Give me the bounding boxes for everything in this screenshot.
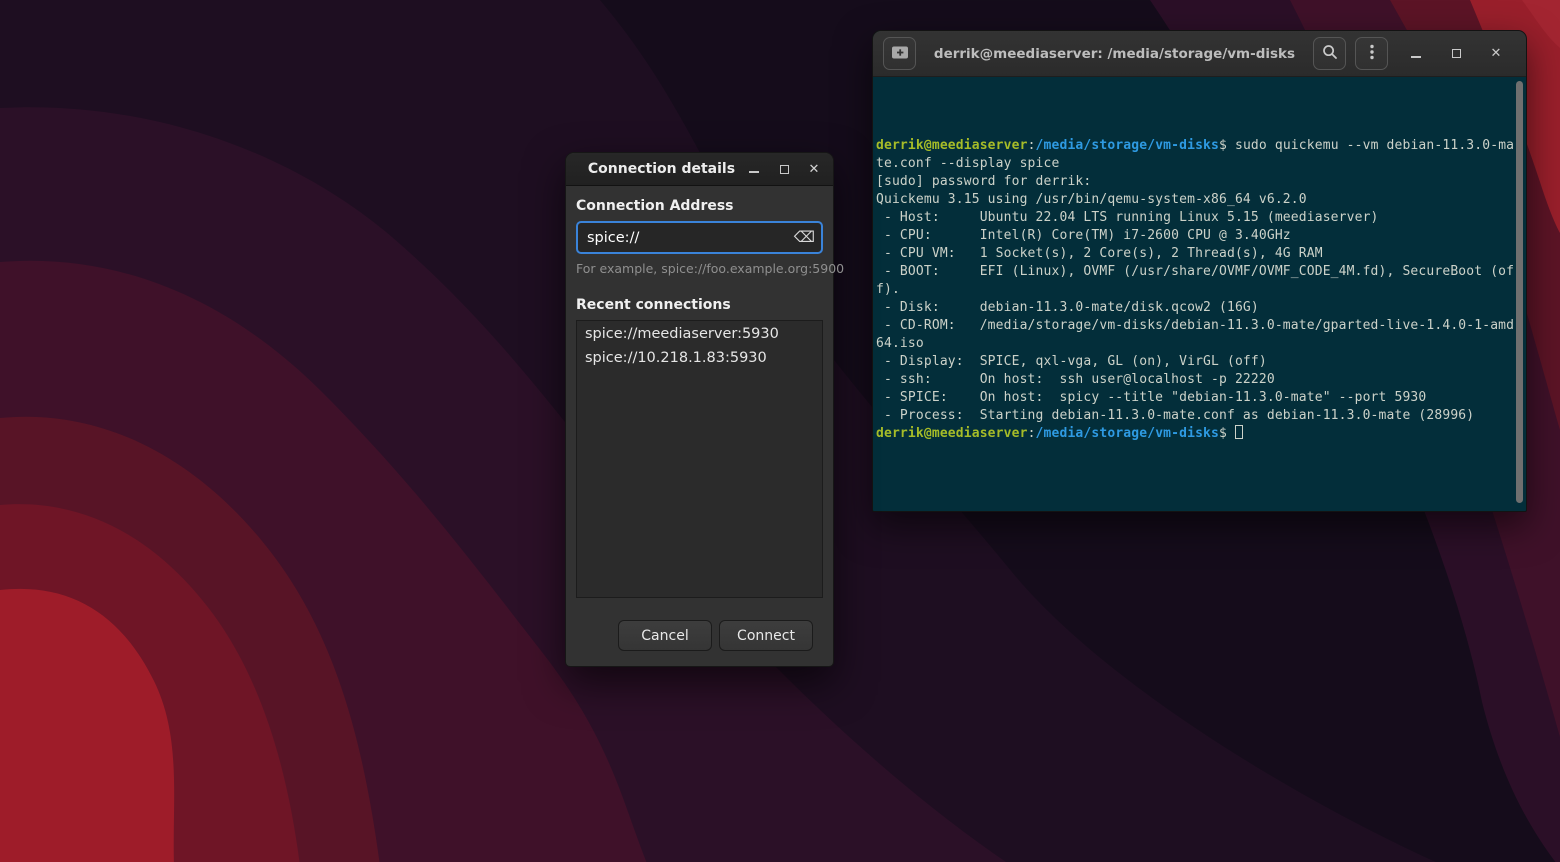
- dialog-titlebar[interactable]: Connection details ✕: [566, 153, 833, 186]
- terminal-line: Quickemu 3.15 using /usr/bin/qemu-system…: [876, 191, 1510, 209]
- terminal-line: - CPU: Intel(R) Core(TM) i7-2600 CPU @ 3…: [876, 227, 1510, 245]
- terminal-scrollbar[interactable]: [1516, 81, 1523, 503]
- recent-connection-item[interactable]: spice://meediaserver:5930: [577, 321, 822, 345]
- terminal-line: - Display: SPICE, qxl-vga, GL (on), VirG…: [876, 353, 1510, 371]
- terminal-body[interactable]: derrik@meediaserver:/media/storage/vm-di…: [873, 77, 1526, 511]
- connection-details-dialog: Connection details ✕ Connection Address …: [565, 152, 834, 667]
- terminal-minimize-button[interactable]: [1396, 31, 1436, 77]
- dialog-close-button[interactable]: ✕: [799, 153, 829, 186]
- terminal-line: derrik@meediaserver:/media/storage/vm-di…: [876, 137, 1510, 155]
- terminal-window: derrik@meediaserver: /media/storage/vm-d…: [872, 30, 1527, 512]
- close-icon: ✕: [809, 163, 820, 176]
- kebab-menu-icon: [1362, 42, 1382, 66]
- new-tab-icon: [889, 41, 911, 67]
- new-tab-button[interactable]: [883, 37, 916, 70]
- desktop: derrik@meediaserver: /media/storage/vm-d…: [0, 0, 1560, 862]
- minimize-icon: [749, 171, 759, 173]
- terminal-line: - SPICE: On host: spicy --title "debian-…: [876, 389, 1510, 407]
- minimize-icon: [1411, 56, 1421, 58]
- terminal-line: f).: [876, 281, 1510, 299]
- terminal-line: - Disk: debian-11.3.0-mate/disk.qcow2 (1…: [876, 299, 1510, 317]
- recent-connections-label: Recent connections: [576, 297, 823, 313]
- terminal-maximize-button[interactable]: [1436, 31, 1476, 77]
- cancel-button[interactable]: Cancel: [618, 620, 712, 651]
- terminal-title: derrik@meediaserver: /media/storage/vm-d…: [916, 46, 1313, 62]
- terminal-line: 64.iso: [876, 335, 1510, 353]
- terminal-close-button[interactable]: ✕: [1476, 31, 1516, 77]
- connection-address-label: Connection Address: [576, 198, 823, 214]
- terminal-line: - CPU VM: 1 Socket(s), 2 Core(s), 2 Thre…: [876, 245, 1510, 263]
- clear-input-icon[interactable]: ⌫: [794, 228, 815, 246]
- terminal-titlebar[interactable]: derrik@meediaserver: /media/storage/vm-d…: [873, 31, 1526, 77]
- close-icon: ✕: [1491, 47, 1502, 60]
- dialog-maximize-button[interactable]: [769, 153, 799, 186]
- search-icon: [1320, 42, 1340, 66]
- address-hint-text: For example, spice://foo.example.org:590…: [576, 261, 823, 276]
- terminal-line: te.conf --display spice: [876, 155, 1510, 173]
- recent-connection-item[interactable]: spice://10.218.1.83:5930: [577, 345, 822, 369]
- maximize-icon: [1452, 49, 1461, 58]
- connect-button[interactable]: Connect: [719, 620, 813, 651]
- connection-address-input[interactable]: [576, 221, 823, 254]
- dialog-title: Connection details: [570, 161, 739, 177]
- terminal-menu-button[interactable]: [1355, 37, 1388, 70]
- recent-connections-list: spice://meediaserver:5930spice://10.218.…: [576, 320, 823, 598]
- terminal-search-button[interactable]: [1313, 37, 1346, 70]
- terminal-line: - CD-ROM: /media/storage/vm-disks/debian…: [876, 317, 1510, 335]
- terminal-line: [sudo] password for derrik:: [876, 173, 1510, 191]
- terminal-line: - ssh: On host: ssh user@localhost -p 22…: [876, 371, 1510, 389]
- terminal-line: - Process: Starting debian-11.3.0-mate.c…: [876, 407, 1510, 425]
- maximize-icon: [780, 165, 789, 174]
- terminal-cursor: [1235, 425, 1243, 439]
- terminal-line: - BOOT: EFI (Linux), OVMF (/usr/share/OV…: [876, 263, 1510, 281]
- terminal-line: - Host: Ubuntu 22.04 LTS running Linux 5…: [876, 209, 1510, 227]
- dialog-minimize-button[interactable]: [739, 153, 769, 186]
- terminal-line: derrik@meediaserver:/media/storage/vm-di…: [876, 425, 1510, 443]
